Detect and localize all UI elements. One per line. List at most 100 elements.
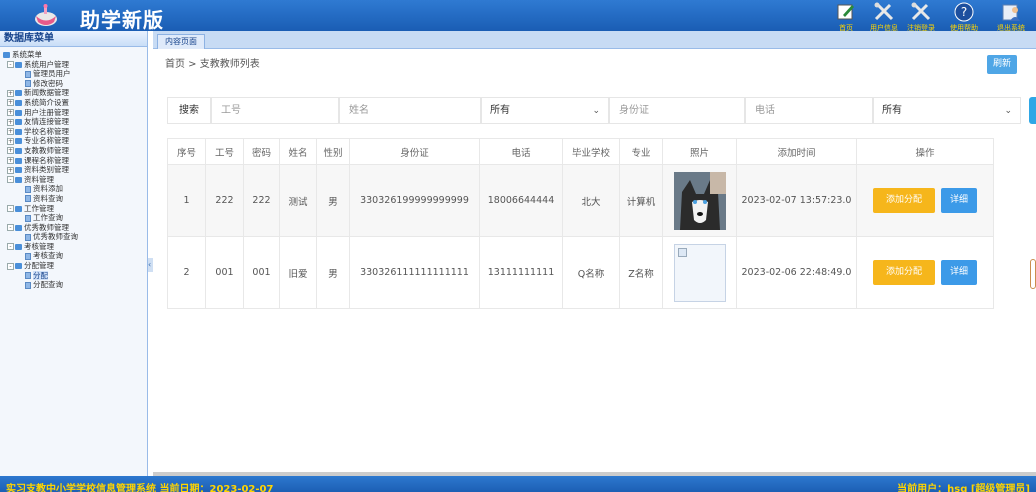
tree-group-majors[interactable]: + 专业名称管理 bbox=[3, 136, 147, 146]
user-info-tool-button[interactable]: 用户信息 bbox=[867, 2, 901, 32]
collapse-icon[interactable]: - bbox=[7, 243, 14, 251]
folder-icon bbox=[15, 90, 22, 97]
tab-bar: 内容页面 bbox=[153, 31, 1036, 49]
column-header: 姓名 bbox=[279, 138, 317, 165]
folder-icon bbox=[15, 224, 22, 231]
folder-icon bbox=[15, 128, 22, 135]
tree-item-material-query[interactable]: 资料查询 bbox=[3, 194, 147, 204]
expand-icon[interactable]: + bbox=[7, 118, 14, 126]
expand-icon[interactable]: + bbox=[7, 157, 14, 165]
expand-icon[interactable]: + bbox=[7, 99, 14, 107]
expand-icon[interactable]: + bbox=[7, 89, 14, 97]
chevron-down-icon: ⌄ bbox=[592, 106, 600, 116]
tree-group-registration[interactable]: + 用户注册管理 bbox=[3, 108, 147, 118]
tree-item-change-password[interactable]: 修改密码 bbox=[3, 79, 147, 89]
tree-group-work[interactable]: - 工作管理 bbox=[3, 204, 147, 214]
expand-icon[interactable]: + bbox=[7, 147, 14, 155]
expand-icon[interactable]: + bbox=[7, 166, 14, 174]
tree-group-teachers[interactable]: + 支教教师管理 bbox=[3, 146, 147, 156]
folder-icon bbox=[15, 243, 22, 250]
tree-item-assessment-query[interactable]: 考核查询 bbox=[3, 251, 147, 261]
collapse-icon[interactable]: - bbox=[7, 205, 14, 212]
folder-icon bbox=[15, 138, 22, 145]
tree-group-system-users[interactable]: - 系统用户管理 bbox=[3, 60, 147, 70]
collapse-icon[interactable]: - bbox=[7, 176, 14, 184]
collapse-icon[interactable]: - bbox=[7, 61, 14, 69]
folder-icon bbox=[15, 263, 22, 270]
phone-input[interactable]: 电话 bbox=[745, 97, 873, 124]
name-input[interactable]: 姓名 bbox=[339, 97, 481, 124]
exit-tool-button[interactable]: 退出系统 bbox=[994, 2, 1028, 32]
breadcrumb: 首页 > 支教教师列表 bbox=[165, 59, 260, 70]
chevron-down-icon: ⌄ bbox=[1004, 106, 1012, 116]
tree-item-work-query[interactable]: 工作查询 bbox=[3, 213, 147, 223]
page-icon bbox=[25, 272, 31, 280]
tree-group-assign[interactable]: - 分配管理 bbox=[3, 261, 147, 271]
tree-group-schools[interactable]: + 学校名称管理 bbox=[3, 127, 147, 137]
tools-icon bbox=[911, 2, 931, 21]
tree-group-courses[interactable]: + 课程名称管理 bbox=[3, 156, 147, 166]
column-header: 毕业学校 bbox=[562, 138, 620, 165]
filter-select-1[interactable]: 所有 ⌄ bbox=[481, 97, 609, 124]
tree-group-excellent[interactable]: - 优秀教师管理 bbox=[3, 223, 147, 233]
table-row: 1 222 222 测试 男 330326199999999999 180066… bbox=[167, 164, 994, 237]
collapse-icon[interactable]: - bbox=[7, 224, 14, 232]
logout-tool-button[interactable]: 注销登录 bbox=[904, 2, 938, 32]
expand-icon[interactable]: + bbox=[7, 109, 14, 117]
tree-group-materials[interactable]: - 资料管理 bbox=[3, 175, 147, 185]
job-no-input[interactable]: 工号 bbox=[211, 97, 339, 124]
column-header: 照片 bbox=[662, 138, 737, 165]
cell-major: 计算机 bbox=[619, 164, 663, 237]
column-header: 密码 bbox=[243, 138, 280, 165]
collapse-icon[interactable]: - bbox=[7, 262, 14, 270]
app-window: 助学新版 首页 用户信息 注销登录 ? 使用帮助 退出系统 数据库菜单 系统菜单… bbox=[0, 0, 1036, 492]
tree-item-assign[interactable]: 分配 bbox=[3, 270, 147, 281]
add-assignment-button[interactable]: 添加分配 bbox=[873, 260, 935, 285]
cell-major: Z名称 bbox=[619, 236, 663, 309]
tree-item-material-add[interactable]: 资料添加 bbox=[3, 184, 147, 194]
filter-select-2[interactable]: 所有 ⌄ bbox=[873, 97, 1021, 124]
detail-button[interactable]: 详细 bbox=[941, 260, 977, 285]
column-header: 序号 bbox=[167, 138, 206, 165]
page-icon bbox=[25, 214, 31, 222]
column-header: 性别 bbox=[316, 138, 350, 165]
help-tool-button[interactable]: ? 使用帮助 bbox=[947, 2, 981, 32]
cell-id-card: 330326199999999999 bbox=[349, 164, 480, 237]
tree-group-news[interactable]: + 新闻数据管理 bbox=[3, 88, 147, 98]
cell-added-time: 2023-02-06 22:48:49.0 bbox=[736, 236, 857, 309]
cell-actions: 添加分配 详细 bbox=[856, 164, 994, 237]
add-assignment-button[interactable]: 添加分配 bbox=[873, 188, 935, 213]
top-header: 助学新版 首页 用户信息 注销登录 ? 使用帮助 退出系统 bbox=[0, 0, 1036, 32]
tree-group-assessment[interactable]: - 考核管理 bbox=[3, 242, 147, 252]
expand-icon[interactable]: + bbox=[7, 137, 14, 145]
page-icon bbox=[25, 233, 31, 241]
tree-group-intro[interactable]: + 系统简介设置 bbox=[3, 98, 147, 108]
tree-group-links[interactable]: + 友情连接管理 bbox=[3, 117, 147, 127]
edit-icon bbox=[837, 4, 854, 20]
detail-button[interactable]: 详细 bbox=[941, 188, 977, 213]
help-icon: ? bbox=[954, 2, 974, 22]
tree-item-assign-query[interactable]: 分配查询 bbox=[3, 280, 147, 290]
sidebar-title: 数据库菜单 bbox=[0, 31, 147, 47]
tree-item-admin-users[interactable]: 管理员用户 bbox=[3, 69, 147, 79]
search-form: 搜索 工号 姓名 所有 ⌄ 身份证 电话 所有 ⌄ bbox=[167, 97, 1036, 124]
folder-icon bbox=[15, 109, 22, 116]
status-current-user: 当前用户：hsg [超级管理员] bbox=[897, 484, 1030, 492]
cell-name: 测试 bbox=[279, 164, 317, 237]
home-tool-button[interactable]: 首页 bbox=[829, 2, 863, 32]
search-button[interactable] bbox=[1029, 97, 1036, 124]
cell-job-no: 001 bbox=[205, 236, 244, 309]
tab-content-page[interactable]: 内容页面 bbox=[157, 34, 205, 49]
tree-item-excellent-query[interactable]: 优秀教师查询 bbox=[3, 232, 147, 242]
vertical-scroll-handle[interactable] bbox=[1030, 259, 1036, 289]
tree-root[interactable]: 系统菜单 bbox=[3, 50, 147, 60]
id-card-input[interactable]: 身份证 bbox=[609, 97, 745, 124]
refresh-button[interactable]: 刷新 bbox=[987, 55, 1017, 74]
cell-school: Q名称 bbox=[562, 236, 620, 309]
folder-icon bbox=[15, 99, 22, 106]
sidebar-title-text: 数据库菜单 bbox=[4, 33, 54, 44]
expand-icon[interactable]: + bbox=[7, 128, 14, 136]
cell-no: 2 bbox=[167, 236, 206, 309]
tree-group-material-types[interactable]: + 资料类别管理 bbox=[3, 165, 147, 175]
husky-photo bbox=[673, 171, 726, 230]
